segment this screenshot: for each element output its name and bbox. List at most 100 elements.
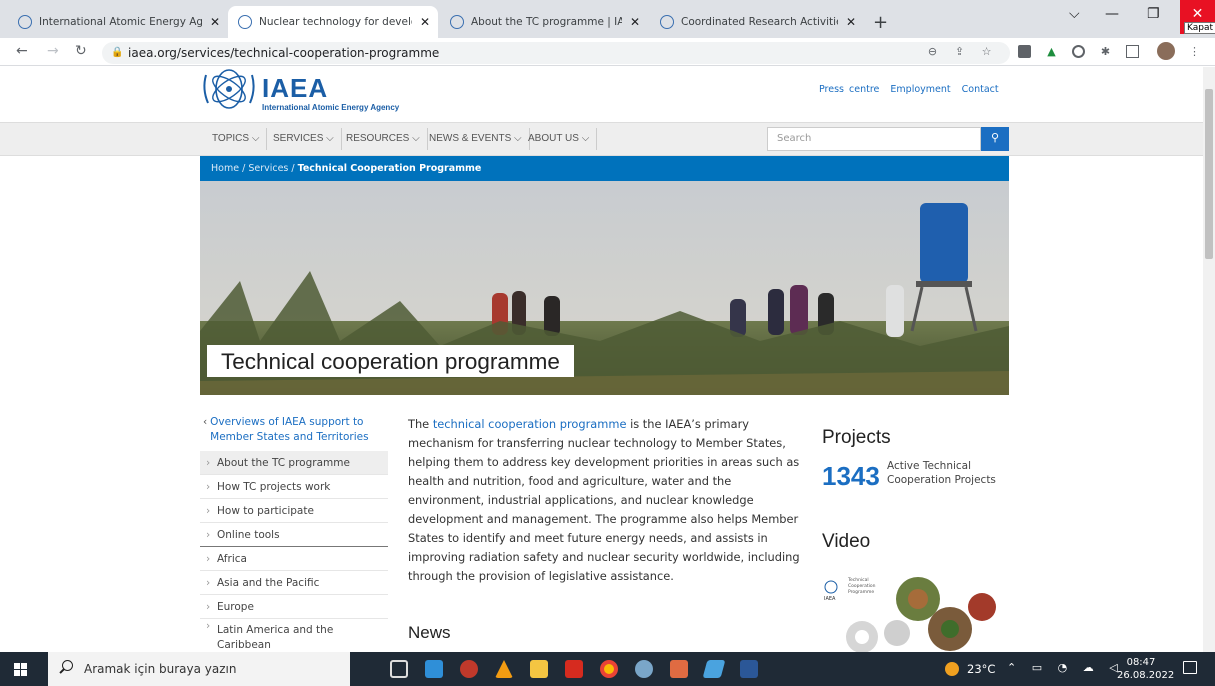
app-icon[interactable]: [635, 660, 653, 678]
thumb-logo-text: IAEA: [824, 596, 836, 602]
nav-label: TOPICS: [212, 133, 250, 144]
nav-topics[interactable]: TOPICS ⌵: [212, 128, 268, 150]
pdf-reader-icon[interactable]: [565, 660, 583, 678]
temperature[interactable]: 23°C: [967, 662, 995, 676]
scrollbar-thumb[interactable]: [1205, 89, 1213, 259]
tab-title: About the TC programme | IAEA: [471, 16, 622, 28]
new-tab-button[interactable]: +: [873, 12, 888, 33]
chrome-app-icon[interactable]: [600, 660, 618, 678]
sidebar-item-how-to-participate[interactable]: How to participate: [200, 499, 388, 523]
close-tab-icon[interactable]: ✕: [846, 15, 856, 29]
projects-label: Active Technical Cooperation Projects: [887, 460, 996, 486]
browser-tab[interactable]: About the TC programme | IAEA ✕: [440, 6, 648, 38]
notification-icon[interactable]: [1183, 661, 1197, 674]
nav-about-us[interactable]: ABOUT US ⌵: [528, 128, 598, 150]
back-arrow-icon[interactable]: ←: [16, 43, 28, 59]
projects-heading: Projects: [822, 427, 891, 448]
clock-time: 08:47: [1126, 657, 1156, 668]
word-app-icon[interactable]: [740, 660, 758, 678]
lock-icon: 🔒: [111, 47, 124, 58]
intro-prefix: The: [408, 417, 433, 431]
google-drive-icon[interactable]: ▲: [1045, 45, 1058, 58]
weather-icon[interactable]: [945, 662, 959, 676]
right-sidebar: Projects 1343 Active Technical Cooperati…: [822, 427, 1012, 652]
bookmark-star-icon[interactable]: ☆: [980, 45, 993, 58]
sidebar-item-europe[interactable]: Europe: [200, 595, 388, 619]
intro-text: is the IAEA’s primary mechanism for tran…: [408, 417, 800, 583]
logo-wordmark: IAEA: [262, 73, 329, 103]
nav-label: ABOUT US: [528, 133, 579, 144]
tray-icons[interactable]: ⌃ ▭ ◔ ☁ ◁: [1007, 661, 1124, 674]
video-thumbnail-art: IAEA Technical Cooperation Programme: [824, 577, 996, 652]
powerpoint-app-icon[interactable]: [670, 660, 688, 678]
sidebar-item-latin-america[interactable]: Latin America and the Caribbean: [200, 619, 388, 652]
side-panel-icon[interactable]: [1126, 45, 1139, 58]
employment-link[interactable]: Employment: [890, 84, 950, 95]
share-icon[interactable]: ⇪: [953, 45, 966, 58]
iaea-emblem-icon: [203, 69, 255, 109]
profile-avatar[interactable]: [1157, 42, 1175, 60]
browser-tab[interactable]: Coordinated Research Activities | ✕: [650, 6, 864, 38]
press-centre-link[interactable]: Press centre: [819, 84, 879, 95]
main-navigation: TOPICS ⌵ SERVICES ⌵ RESOURCES ⌵ NEWS & E…: [0, 122, 1203, 156]
address-bar[interactable]: 🔒 iaea.org/services/technical-cooperatio…: [102, 42, 1010, 64]
reload-icon[interactable]: ↻: [75, 43, 87, 59]
vlc-app-icon[interactable]: [495, 660, 513, 678]
iaea-favicon-icon: [450, 15, 464, 29]
contact-link[interactable]: Contact: [962, 84, 999, 95]
chevron-left-icon: ‹: [202, 416, 208, 428]
tab-title: International Atomic Energy Age: [39, 16, 202, 28]
sidebar-item-africa[interactable]: Africa: [200, 547, 388, 571]
app-icon[interactable]: [702, 660, 726, 678]
sidebar-item-online-tools[interactable]: Online tools: [200, 523, 388, 547]
sidebar-item-about-tc[interactable]: About the TC programme: [200, 451, 388, 475]
sidebar-item-how-tc-projects-work[interactable]: How TC projects work: [200, 475, 388, 499]
logo-subtitle: International Atomic Energy Agency: [262, 103, 400, 112]
restore-icon[interactable]: ❐: [1147, 6, 1160, 22]
extension-icon[interactable]: [1018, 45, 1031, 58]
close-tab-icon[interactable]: ✕: [210, 15, 220, 29]
sidebar-item-asia-pacific[interactable]: Asia and the Pacific: [200, 571, 388, 595]
forward-arrow-icon[interactable]: →: [47, 43, 59, 59]
thumb-line-2: Cooperation: [848, 583, 876, 589]
search-button[interactable]: ⚲: [981, 127, 1009, 151]
page-scrollbar[interactable]: [1203, 67, 1215, 652]
sidenav-heading-link[interactable]: ‹ Overviews of IAEA support to Member St…: [200, 415, 388, 445]
search-icon: ⚲: [990, 131, 1000, 144]
windows-start-icon[interactable]: [14, 663, 27, 676]
browser-tab[interactable]: International Atomic Energy Age ✕: [8, 6, 228, 38]
file-explorer-icon[interactable]: [530, 660, 548, 678]
taskbar-clock[interactable]: 08:47 26.08.2022: [1117, 656, 1174, 682]
iaea-favicon-icon: [660, 15, 674, 29]
projects-count: 1343: [822, 461, 880, 491]
breadcrumb-home[interactable]: Home: [211, 163, 239, 174]
minimize-icon[interactable]: —: [1105, 6, 1119, 22]
site-search-input[interactable]: Search: [767, 127, 981, 151]
close-tab-icon[interactable]: ✕: [630, 15, 640, 29]
video-thumbnail[interactable]: IAEA Technical Cooperation Programme: [822, 567, 1002, 652]
tc-programme-link[interactable]: technical cooperation programme: [433, 417, 627, 431]
zoom-icon[interactable]: ⊖: [926, 45, 939, 58]
tab-title: Nuclear technology for developn: [259, 16, 412, 28]
news-heading: News: [408, 623, 451, 642]
extension-ring-icon[interactable]: [1072, 45, 1085, 58]
game-app-icon[interactable]: [460, 660, 478, 678]
breadcrumb: Home / Services / Technical Cooperation …: [200, 156, 1009, 181]
menu-kebab-icon[interactable]: ⋮: [1188, 45, 1201, 58]
nav-label: RESOURCES: [346, 133, 410, 144]
close-tab-icon[interactable]: ✕: [420, 15, 430, 29]
browser-tab-active[interactable]: Nuclear technology for developn ✕: [228, 6, 438, 38]
tab-search-icon[interactable]: ⌵: [1069, 6, 1080, 22]
task-view-icon[interactable]: [390, 660, 408, 678]
breadcrumb-services[interactable]: Services: [248, 163, 288, 174]
taskbar-search-box[interactable]: Aramak için buraya yazın: [48, 652, 350, 686]
close-tooltip: Kapat: [1184, 22, 1215, 34]
tab-title: Coordinated Research Activities |: [681, 16, 838, 28]
nav-services[interactable]: SERVICES ⌵: [273, 128, 342, 150]
thumb-line-3: Programme: [848, 589, 874, 595]
nav-resources[interactable]: RESOURCES ⌵: [346, 128, 428, 150]
nav-news-events[interactable]: NEWS & EVENTS ⌵: [429, 128, 530, 150]
intro-paragraph: The technical cooperation programme is t…: [408, 415, 800, 586]
extensions-puzzle-icon[interactable]: ✱: [1099, 45, 1112, 58]
store-app-icon[interactable]: [425, 660, 443, 678]
